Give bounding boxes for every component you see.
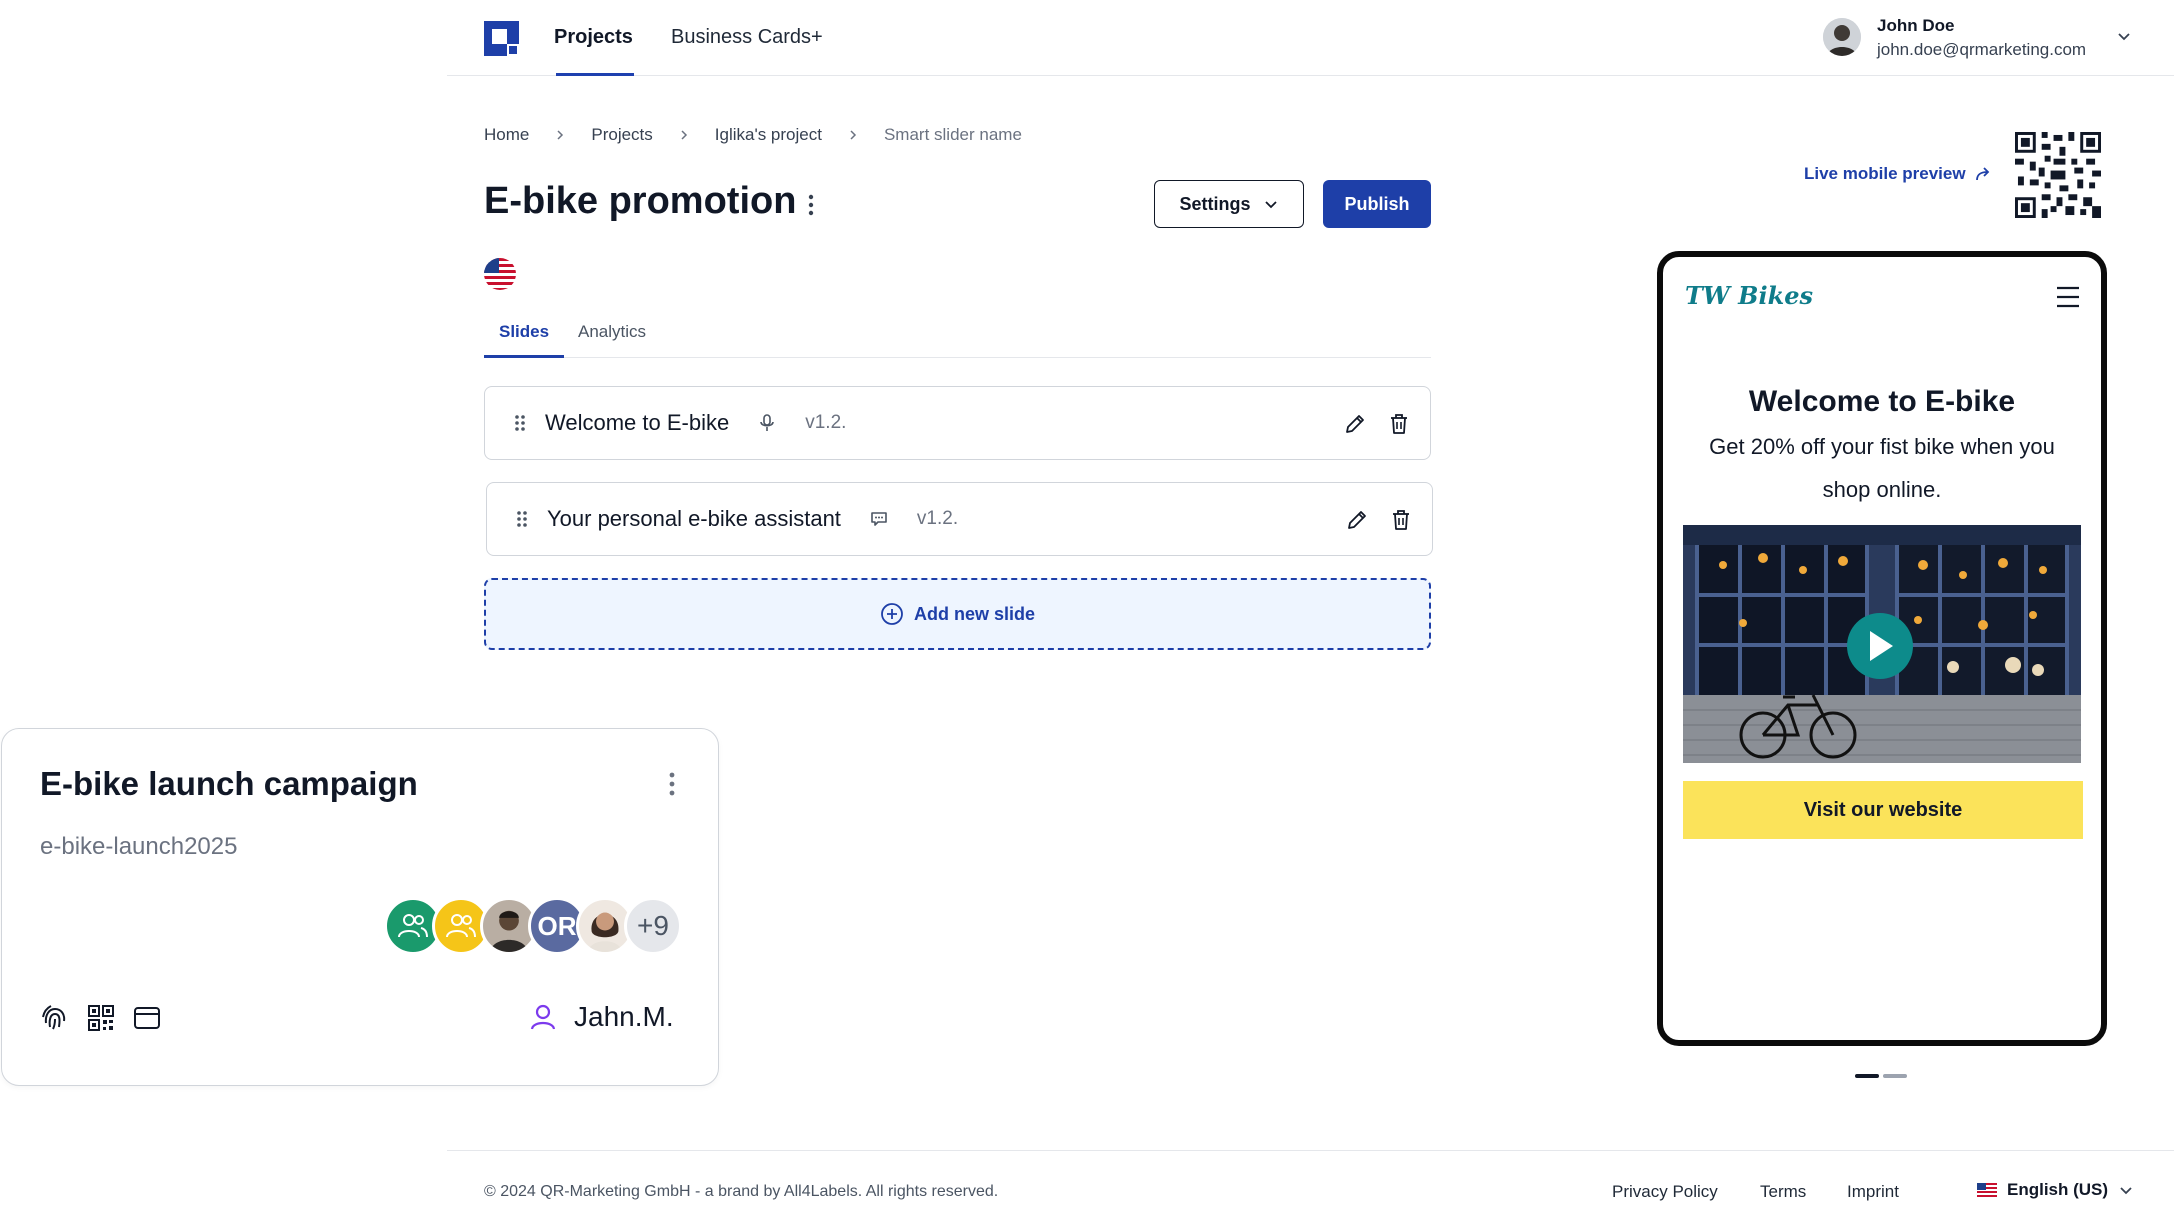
- chat-icon: [871, 512, 887, 526]
- language-selector[interactable]: English (US): [1977, 1180, 2134, 1200]
- chevron-down-icon[interactable]: [2114, 27, 2134, 47]
- us-flag-icon[interactable]: [484, 258, 516, 290]
- share-arrow-icon: [1975, 167, 1989, 181]
- tab-active-indicator: [484, 355, 564, 358]
- chevron-right-icon: [681, 130, 687, 140]
- us-flag-icon: [1977, 1183, 1997, 1197]
- slide-row[interactable]: Welcome to E-bike v1.2.: [484, 386, 1431, 460]
- top-navigation: Projects Business Cards+ John Doe john.d…: [447, 0, 2174, 76]
- language-label: English (US): [2007, 1180, 2109, 1199]
- settings-button-label: Settings: [1179, 193, 1251, 214]
- breadcrumb-current: Smart slider name: [883, 125, 1022, 144]
- publish-button[interactable]: Publish: [1323, 180, 1431, 228]
- breadcrumb-home[interactable]: Home: [484, 125, 529, 145]
- add-new-slide-button[interactable]: Add new slide: [484, 578, 1431, 650]
- pager-dot-2[interactable]: [1883, 1074, 1907, 1078]
- qr-code-icon[interactable]: [86, 1003, 116, 1033]
- tab-slides[interactable]: Slides: [499, 322, 549, 342]
- settings-button[interactable]: Settings: [1154, 180, 1304, 228]
- user-email: john.doe@qrmarketing.com: [1877, 40, 2087, 59]
- hamburger-menu-icon[interactable]: [2055, 285, 2081, 309]
- chevron-down-icon: [2120, 1187, 2132, 1195]
- more-vertical-icon[interactable]: [662, 769, 682, 799]
- chevron-down-icon: [1264, 201, 1277, 209]
- fingerprint-icon[interactable]: [40, 1003, 70, 1033]
- nav-tab-projects[interactable]: Projects: [554, 26, 633, 49]
- mobile-preview-frame: TW Bikes Welcome to E-bike Get 20% off y…: [1657, 251, 2107, 1046]
- edit-pencil-icon[interactable]: [1342, 411, 1368, 437]
- campaign-type-icons: [40, 1003, 162, 1033]
- more-vertical-icon[interactable]: [800, 190, 822, 220]
- footer-link-privacy[interactable]: Privacy Policy: [1612, 1182, 1718, 1202]
- trash-icon[interactable]: [1388, 507, 1414, 533]
- preview-heading: Welcome to E-bike: [1748, 385, 2016, 418]
- page-title: E-bike promotion: [484, 180, 797, 222]
- content-tabs: Slides Analytics: [484, 320, 1431, 358]
- breadcrumb-project[interactable]: Iglika's project: [715, 125, 822, 145]
- trash-icon[interactable]: [1386, 411, 1412, 437]
- campaign-title: E-bike launch campaign: [40, 765, 418, 802]
- nav-tab-business-cards[interactable]: Business Cards+: [671, 26, 823, 49]
- user-icon: [530, 1004, 556, 1030]
- avatar-initials: OR: [537, 910, 577, 941]
- play-button[interactable]: [1847, 613, 1913, 679]
- chevron-right-icon: [557, 130, 564, 140]
- footer: © 2024 QR-Marketing GmbH - a brand by Al…: [447, 1150, 2174, 1229]
- users-icon: [446, 914, 476, 938]
- preview-brand-logo: TW Bikes: [1685, 281, 1813, 310]
- member-avatars[interactable]: OR +9: [384, 897, 684, 955]
- nav-active-indicator: [556, 73, 634, 76]
- visit-website-button[interactable]: Visit our website: [1683, 781, 2083, 839]
- breadcrumb: Home Projects Iglika's project Smart sli…: [484, 125, 1022, 145]
- microphone-icon: [760, 414, 775, 431]
- preview-pager: [1855, 1074, 1907, 1078]
- preview-video[interactable]: [1683, 525, 2081, 763]
- qr-marketing-logo[interactable]: [484, 21, 519, 56]
- slide-title: Welcome to E-bike: [545, 410, 730, 435]
- footer-link-terms[interactable]: Terms: [1760, 1182, 1806, 1202]
- live-mobile-preview-link[interactable]: Live mobile preview: [1804, 164, 1992, 184]
- owner-name: Jahn.M.: [574, 1001, 674, 1032]
- users-icon: [398, 914, 428, 938]
- drag-handle-icon[interactable]: [513, 413, 527, 433]
- copyright-text: © 2024 QR-Marketing GmbH - a brand by Al…: [484, 1183, 999, 1200]
- user-name: John Doe: [1877, 16, 1955, 35]
- pager-dot-1[interactable]: [1855, 1074, 1879, 1078]
- user-avatar[interactable]: [1823, 18, 1861, 56]
- footer-link-imprint[interactable]: Imprint: [1847, 1182, 1899, 1202]
- campaign-card[interactable]: E-bike launch campaign e-bike-launch2025: [1, 728, 719, 1086]
- edit-pencil-icon[interactable]: [1344, 507, 1370, 533]
- preview-subtext: Get 20% off your fist bike when you shop…: [1709, 434, 2055, 502]
- breadcrumb-projects[interactable]: Projects: [591, 125, 652, 145]
- slide-version: v1.2.: [916, 508, 959, 529]
- slide-version: v1.2.: [805, 412, 847, 433]
- add-new-slide-label: Add new slide: [913, 603, 1036, 624]
- chevron-right-icon: [850, 130, 857, 140]
- live-mobile-preview-label: Live mobile preview: [1804, 164, 1966, 183]
- campaign-owner: Jahn.M.: [528, 1001, 674, 1033]
- slide-title: Your personal e-bike assistant: [547, 506, 841, 531]
- plus-circle-icon: [881, 603, 903, 625]
- slide-row[interactable]: Your personal e-bike assistant v1.2.: [486, 482, 1433, 556]
- more-members-count[interactable]: +9: [624, 897, 682, 955]
- qr-code-icon[interactable]: [2015, 132, 2101, 218]
- browser-window-icon[interactable]: [132, 1003, 162, 1033]
- campaign-slug: e-bike-launch2025: [40, 833, 238, 860]
- tab-analytics[interactable]: Analytics: [578, 322, 646, 342]
- drag-handle-icon[interactable]: [515, 509, 529, 529]
- play-icon: [1870, 631, 1893, 661]
